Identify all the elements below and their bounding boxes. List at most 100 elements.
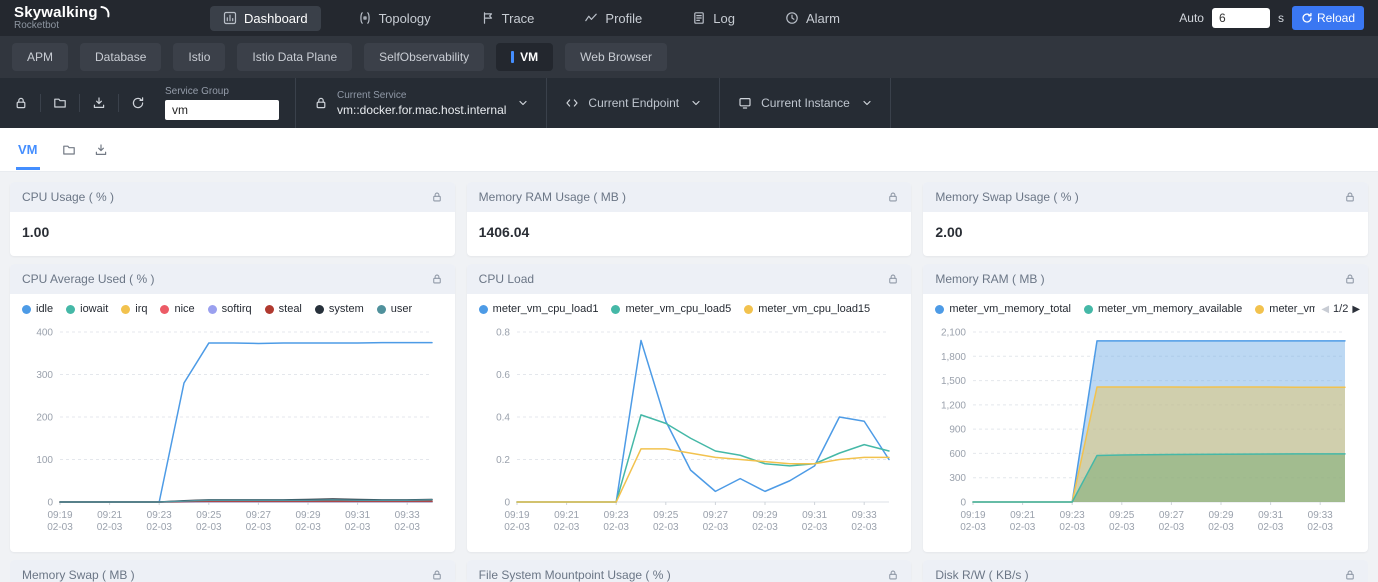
auto-interval-input[interactable]	[1212, 8, 1270, 28]
lock-icon[interactable]	[887, 273, 899, 285]
group-tab-istio[interactable]: Istio	[173, 43, 225, 71]
lock-icon[interactable]	[1344, 191, 1356, 203]
cpu-average-used-chart[interactable]: 010020030040009:1902-0309:2102-0309:2302…	[20, 320, 444, 546]
legend-dot	[208, 305, 217, 314]
chevron-down-icon	[862, 98, 872, 108]
legend-item-softirq[interactable]: softirq	[208, 303, 252, 315]
legend-label: softirq	[222, 303, 252, 315]
svg-text:200: 200	[36, 413, 53, 424]
svg-text:02-03: 02-03	[47, 522, 73, 533]
svg-text:400: 400	[36, 328, 53, 339]
card-title: CPU Load	[479, 272, 534, 286]
clipped-card-file-system-mountpoint-usage: File System Mountpoint Usage ( % )	[467, 560, 912, 582]
lock-icon[interactable]	[1344, 273, 1356, 285]
selector-current-service[interactable]: Current Servicevm::docker.for.mac.host.i…	[295, 78, 546, 128]
legend-dot	[160, 305, 169, 314]
refresh-button[interactable]	[123, 88, 153, 118]
card-title: Memory Swap Usage ( % )	[935, 190, 1078, 204]
legend-item-system[interactable]: system	[315, 303, 364, 315]
selector-current-endpoint[interactable]: Current Endpoint	[546, 78, 719, 128]
legend-item-user[interactable]: user	[377, 303, 412, 315]
legend-item-steal[interactable]: steal	[265, 303, 302, 315]
card-title: Memory Swap ( MB )	[22, 568, 135, 582]
svg-text:600: 600	[950, 449, 967, 460]
page-tab-vm[interactable]: VM	[16, 129, 40, 170]
legend-item-meter-vm-cpu-load1[interactable]: meter_vm_cpu_load1	[479, 303, 599, 315]
lock-icon	[14, 96, 28, 110]
logo-swoosh-icon	[99, 5, 112, 18]
svg-text:2,100: 2,100	[941, 328, 966, 339]
active-tab-indicator	[511, 51, 514, 63]
legend-dot	[22, 305, 31, 314]
nav-item-profile[interactable]: Profile	[571, 6, 655, 31]
stat-card-row: CPU Usage ( % ) 1.00 Memory RAM Usage ( …	[10, 182, 1368, 256]
nav-item-dashboard[interactable]: Dashboard	[210, 6, 321, 31]
group-tab-label: VM	[520, 50, 538, 64]
legend-item-irq[interactable]: irq	[121, 303, 147, 315]
card-header: CPU Average Used ( % )	[10, 264, 455, 294]
folder-button[interactable]	[45, 88, 75, 118]
chart-card-cpu-load: CPU Load meter_vm_cpu_load1 meter_vm_cpu…	[467, 264, 912, 552]
lock-icon[interactable]	[431, 191, 443, 203]
legend-item-meter-vm-cpu-load15[interactable]: meter_vm_cpu_load15	[744, 303, 870, 315]
legend-item-meter-vm-cpu-load5[interactable]: meter_vm_cpu_load5	[611, 303, 731, 315]
logo-subtitle: Rocketbot	[14, 21, 164, 32]
group-tab-web-browser[interactable]: Web Browser	[565, 43, 667, 71]
card-header: Memory Swap Usage ( % )	[923, 182, 1368, 212]
cpu-load-chart[interactable]: 00.20.40.60.809:1902-0309:2102-0309:2302…	[477, 320, 901, 546]
svg-text:02-03: 02-03	[1258, 522, 1284, 533]
memory-ram-mb-chart[interactable]: 03006009001,2001,5001,8002,10009:1902-03…	[933, 320, 1357, 546]
svg-text:09:19: 09:19	[504, 510, 529, 521]
legend-item-meter-vm-memory-available[interactable]: meter_vm_memory_available	[1084, 303, 1242, 315]
card-header: CPU Load	[467, 264, 912, 294]
svg-text:02-03: 02-03	[553, 522, 579, 533]
svg-text:02-03: 02-03	[295, 522, 321, 533]
nav-item-topology[interactable]: Topology	[345, 6, 444, 31]
lock-icon[interactable]	[887, 569, 899, 581]
service-group-input[interactable]	[165, 100, 279, 120]
chevron-left-icon[interactable]: ◀	[1321, 304, 1329, 315]
chart-card-memory-ram-mb: Memory RAM ( MB ) meter_vm_memory_total …	[923, 264, 1368, 552]
nav-item-label: Alarm	[806, 11, 840, 26]
folder-icon[interactable]	[62, 143, 76, 157]
group-tab-apm[interactable]: APM	[12, 43, 68, 71]
legend-item-nice[interactable]: nice	[160, 303, 194, 315]
svg-text:900: 900	[950, 425, 967, 436]
group-tab-selfobservability[interactable]: SelfObservability	[364, 43, 484, 71]
svg-text:09:31: 09:31	[345, 510, 370, 521]
lock-icon[interactable]	[887, 191, 899, 203]
selector-label: Current Endpoint	[588, 96, 679, 110]
lock-icon[interactable]	[1344, 569, 1356, 581]
group-tab-vm[interactable]: VM	[496, 43, 553, 71]
stat-card-memory-swap-usage: Memory Swap Usage ( % ) 2.00	[923, 182, 1368, 256]
chevron-right-icon[interactable]: ▶	[1352, 304, 1360, 315]
nav-item-log[interactable]: Log	[679, 6, 748, 31]
group-tab-istio-data-plane[interactable]: Istio Data Plane	[237, 43, 352, 71]
card-title: Memory RAM ( MB )	[935, 272, 1044, 286]
svg-text:300: 300	[36, 370, 53, 381]
import-button[interactable]	[84, 88, 114, 118]
group-tab-database[interactable]: Database	[80, 43, 161, 71]
svg-text:1,500: 1,500	[941, 376, 966, 387]
lock-icon[interactable]	[431, 569, 443, 581]
legend-item-meter-vm[interactable]: meter_vm	[1255, 303, 1318, 315]
card-title: Memory RAM Usage ( MB )	[479, 190, 626, 204]
legend-item-idle[interactable]: idle	[22, 303, 53, 315]
lock-icon[interactable]	[431, 273, 443, 285]
legend-item-meter-vm-memory-total[interactable]: meter_vm_memory_total	[935, 303, 1071, 315]
selector-current-instance[interactable]: Current Instance	[719, 78, 891, 128]
lock-button[interactable]	[6, 88, 36, 118]
legend-dot	[935, 305, 944, 314]
legend-item-iowait[interactable]: iowait	[66, 303, 108, 315]
download-icon[interactable]	[94, 143, 108, 157]
svg-text:02-03: 02-03	[345, 522, 371, 533]
svg-text:09:29: 09:29	[752, 510, 777, 521]
reload-button[interactable]: Reload	[1292, 6, 1364, 30]
chevron-down-icon	[518, 98, 528, 108]
logo-title: Skywalking	[14, 5, 98, 21]
selector-label: Current Service	[337, 90, 506, 101]
page-tabs-row: VM	[0, 128, 1378, 172]
nav-item-alarm[interactable]: Alarm	[772, 6, 853, 31]
dashboard-content: CPU Usage ( % ) 1.00 Memory RAM Usage ( …	[0, 172, 1378, 582]
nav-item-trace[interactable]: Trace	[468, 6, 548, 31]
